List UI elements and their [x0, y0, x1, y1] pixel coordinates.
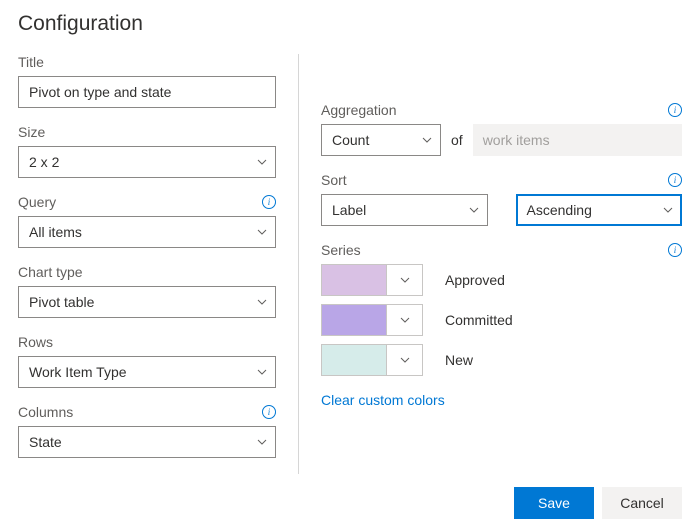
rows-label: Rows	[18, 334, 276, 350]
series-name: Committed	[445, 312, 513, 328]
color-picker[interactable]	[321, 344, 423, 376]
columns-label: Columns	[18, 404, 73, 420]
size-label: Size	[18, 124, 276, 140]
aggregation-of-label: of	[451, 132, 463, 148]
sort-field-value: Label	[332, 202, 366, 218]
size-value: 2 x 2	[29, 154, 59, 170]
series-label: Series	[321, 242, 361, 258]
chart-type-label: Chart type	[18, 264, 276, 280]
info-icon[interactable]: i	[668, 173, 682, 187]
columns-value: State	[29, 434, 62, 450]
sort-direction-value: Ascending	[527, 202, 592, 218]
save-button[interactable]: Save	[514, 487, 594, 519]
rows-select[interactable]: Work Item Type	[18, 356, 276, 388]
chart-type-select[interactable]: Pivot table	[18, 286, 276, 318]
query-select[interactable]: All items	[18, 216, 276, 248]
color-swatch	[322, 345, 386, 375]
title-label: Title	[18, 54, 276, 70]
info-icon[interactable]: i	[668, 103, 682, 117]
chevron-down-icon[interactable]	[386, 305, 422, 335]
color-swatch	[322, 265, 386, 295]
series-item: New	[321, 344, 682, 376]
sort-direction-select[interactable]: Ascending	[516, 194, 683, 226]
title-input[interactable]	[18, 76, 276, 108]
info-icon[interactable]: i	[668, 243, 682, 257]
size-select[interactable]: 2 x 2	[18, 146, 276, 178]
info-icon[interactable]: i	[262, 195, 276, 209]
page-title: Configuration	[18, 12, 682, 36]
aggregation-select[interactable]: Count	[321, 124, 441, 156]
chevron-down-icon[interactable]	[386, 265, 422, 295]
right-column: Aggregation i Count of work items Sort i	[298, 54, 682, 474]
aggregation-label: Aggregation	[321, 102, 397, 118]
rows-value: Work Item Type	[29, 364, 127, 380]
aggregation-target: work items	[473, 124, 682, 156]
info-icon[interactable]: i	[262, 405, 276, 419]
clear-custom-colors-link[interactable]: Clear custom colors	[321, 392, 445, 408]
cancel-button[interactable]: Cancel	[602, 487, 682, 519]
color-swatch	[322, 305, 386, 335]
series-item: Approved	[321, 264, 682, 296]
sort-label: Sort	[321, 172, 347, 188]
footer: Save Cancel	[514, 487, 682, 519]
series-name: Approved	[445, 272, 505, 288]
series-name: New	[445, 352, 473, 368]
query-value: All items	[29, 224, 82, 240]
chevron-down-icon[interactable]	[386, 345, 422, 375]
left-column: Title Size 2 x 2 Query i All items	[18, 54, 298, 474]
color-picker[interactable]	[321, 304, 423, 336]
sort-field-select[interactable]: Label	[321, 194, 488, 226]
chart-type-value: Pivot table	[29, 294, 94, 310]
aggregation-value: Count	[332, 132, 369, 148]
series-item: Committed	[321, 304, 682, 336]
query-label: Query	[18, 194, 56, 210]
color-picker[interactable]	[321, 264, 423, 296]
columns-select[interactable]: State	[18, 426, 276, 458]
